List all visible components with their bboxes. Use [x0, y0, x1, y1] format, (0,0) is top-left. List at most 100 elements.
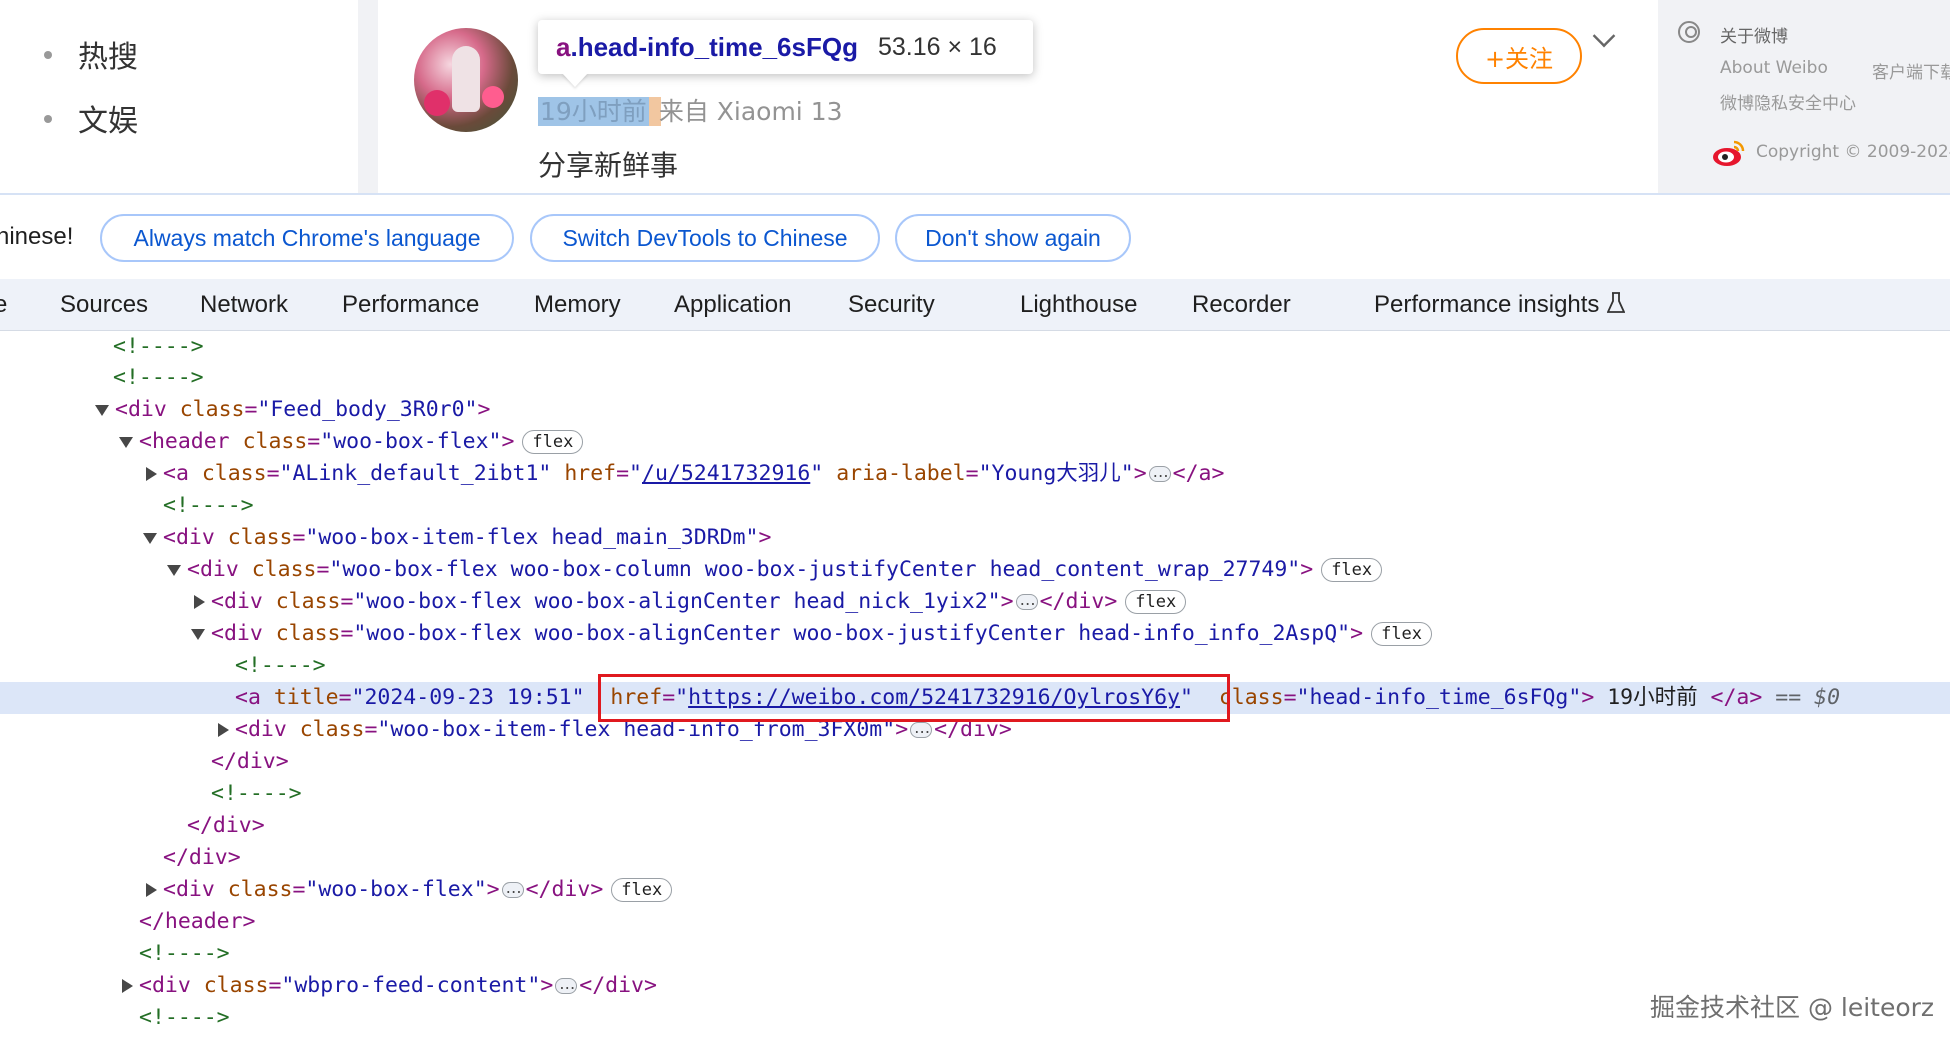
attr-name: class — [275, 589, 341, 614]
collapsed-triangle-icon[interactable] — [218, 723, 229, 737]
tab-application[interactable]: Application — [674, 291, 791, 319]
tab-lighthouse[interactable]: Lighthouse — [1020, 291, 1137, 319]
collapsed-triangle-icon[interactable] — [194, 595, 205, 609]
nav-item-label: 热搜 — [78, 40, 138, 75]
ellipsis-icon[interactable] — [910, 712, 933, 744]
ellipsis-icon[interactable] — [1148, 456, 1171, 488]
tag-open: <div — [115, 397, 167, 422]
tab-security[interactable]: Security — [848, 291, 935, 319]
ellipsis-icon[interactable] — [501, 872, 524, 904]
tab-sources[interactable]: Sources — [60, 291, 148, 319]
tab-network[interactable]: Network — [200, 291, 288, 319]
dom-node-comment[interactable]: <!----> — [0, 490, 1950, 522]
attr-name: class — [179, 397, 245, 422]
attr-value: "woo-box-flex woo-box-alignCenter head_n… — [353, 589, 1001, 614]
tag-end: </div> — [579, 973, 657, 998]
about-weibo-link[interactable]: About Weibo — [1720, 58, 1828, 78]
follow-button[interactable]: +关注 — [1456, 28, 1582, 84]
user-circle-icon — [1678, 21, 1700, 43]
tab-performance[interactable]: Performance — [342, 291, 479, 319]
comment-text: <!----> — [139, 1005, 230, 1030]
dom-node-comment[interactable]: <!----> — [0, 778, 1950, 810]
dom-node-head-content-wrap[interactable]: <div class="woo-box-flex woo-box-column … — [0, 554, 1950, 586]
dom-node-comment[interactable]: <!----> — [0, 362, 1950, 394]
about-weibo-cn-link[interactable]: 关于微博 — [1720, 22, 1788, 47]
tab-performance-insights[interactable]: Performance insights — [1374, 291, 1626, 319]
attr-value: "2024-09-23 19:51" — [351, 685, 585, 710]
tag-open: <div — [211, 621, 263, 646]
tab-memory[interactable]: Memory — [534, 291, 621, 319]
flex-badge[interactable]: flex — [1371, 622, 1433, 646]
attr-value: "woo-box-flex" — [305, 877, 487, 902]
user-avatar[interactable] — [414, 28, 518, 132]
dom-node-header[interactable]: <header class="woo-box-flex"> flex — [0, 426, 1950, 458]
switch-to-chinese-button[interactable]: Switch DevTools to Chinese — [530, 214, 880, 262]
expand-triangle-icon[interactable] — [119, 437, 133, 448]
bullet-icon — [44, 114, 52, 123]
tag-close: > — [1300, 557, 1314, 582]
flex-badge[interactable]: flex — [522, 430, 584, 454]
dom-node-comment[interactable]: <!----> — [0, 938, 1950, 970]
expand-triangle-icon[interactable] — [95, 405, 109, 416]
avatar-flower-shape — [482, 86, 504, 108]
tag-close: > — [1350, 621, 1364, 646]
attr-value: "woo-box-flex" — [320, 429, 502, 454]
nav-item-entertainment[interactable]: 文娱 — [44, 96, 138, 140]
dom-node-close[interactable]: </div> — [0, 810, 1950, 842]
tooltip-tag: a — [556, 31, 571, 62]
privacy-center-link[interactable]: 微博隐私安全中心 — [1720, 89, 1856, 114]
watermark-text: 掘金技术社区 @ leiteorz — [1650, 993, 1935, 1022]
expand-triangle-icon[interactable] — [143, 533, 157, 544]
dom-node-head-info[interactable]: <div class="woo-box-flex woo-box-alignCe… — [0, 618, 1950, 650]
tag-open: <div — [187, 557, 239, 582]
tag-end: </div> — [525, 877, 604, 902]
nav-item-hot-search[interactable]: 热搜 — [44, 32, 138, 76]
attr-value: "wbpro-feed-content" — [281, 973, 541, 998]
tag-open: <div — [163, 877, 215, 902]
attr-name: class — [203, 973, 269, 998]
collapsed-triangle-icon[interactable] — [146, 467, 157, 481]
expand-triangle-icon[interactable] — [167, 565, 181, 576]
flex-badge[interactable]: flex — [1321, 558, 1383, 582]
dom-node-avatar-link[interactable]: <a class="ALink_default_2ibt1" href="/u/… — [0, 456, 1950, 490]
ellipsis-icon[interactable] — [1015, 584, 1038, 616]
ellipsis-icon[interactable] — [555, 968, 578, 1000]
href-link[interactable]: /u/5241732916 — [642, 461, 810, 486]
attr-value: "woo-box-flex woo-box-alignCenter woo-bo… — [353, 621, 1351, 646]
flask-icon — [1607, 292, 1626, 313]
dom-node-head-main[interactable]: <div class="woo-box-item-flex head_main_… — [0, 522, 1950, 554]
dom-node-comment[interactable]: <!----> — [0, 331, 1950, 363]
tooltip-arrow — [562, 73, 588, 87]
attr-value: "woo-box-flex woo-box-column woo-box-jus… — [329, 557, 1301, 582]
collapsed-triangle-icon[interactable] — [146, 883, 157, 897]
tag-end: </header> — [139, 909, 256, 934]
tab-recorder[interactable]: Recorder — [1192, 291, 1291, 319]
dom-node-woo-box-flex[interactable]: <div class="woo-box-flex"></div>flex — [0, 872, 1950, 906]
dom-node-close-header[interactable]: </header> — [0, 906, 1950, 938]
collapsed-triangle-icon[interactable] — [122, 979, 133, 993]
dom-node-close[interactable]: </div> — [0, 842, 1950, 874]
tag-close: > — [1133, 461, 1147, 486]
post-time-link[interactable]: 19小时前 — [538, 97, 649, 126]
dom-node-feed-body[interactable]: <div class="Feed_body_3R0r0"> — [0, 394, 1950, 426]
flex-badge[interactable]: flex — [1125, 590, 1187, 614]
client-download-link[interactable]: 客户端下载 — [1872, 58, 1950, 83]
tab-elements-partial[interactable]: e — [0, 291, 7, 319]
comment-text: <!----> — [163, 493, 254, 518]
comment-text: <!----> — [211, 781, 302, 806]
flex-badge[interactable]: flex — [611, 878, 673, 902]
dom-node-head-nick[interactable]: <div class="woo-box-flex woo-box-alignCe… — [0, 584, 1950, 618]
expand-triangle-icon[interactable] — [191, 629, 205, 640]
tag-close: > — [758, 525, 772, 550]
tag-close: > — [1000, 589, 1014, 614]
dom-node-close[interactable]: </div> — [0, 746, 1950, 778]
always-match-language-button[interactable]: Always match Chrome's language — [100, 214, 514, 262]
tooltip-selector: a.head-info_time_6sFQg — [556, 32, 858, 63]
tag-open: <div — [163, 525, 215, 550]
devtools-language-infobar: hinese! Always match Chrome's language S… — [0, 193, 1950, 279]
dont-show-again-button[interactable]: Don't show again — [895, 214, 1131, 262]
weibo-logo-icon — [1713, 140, 1745, 166]
attr-value: "ALink_default_2ibt1" — [279, 461, 552, 486]
devtools-inspect-tooltip: a.head-info_time_6sFQg 53.16 × 16 — [538, 20, 1033, 74]
attr-value: "head-info_time_6sFQg" — [1296, 685, 1582, 710]
